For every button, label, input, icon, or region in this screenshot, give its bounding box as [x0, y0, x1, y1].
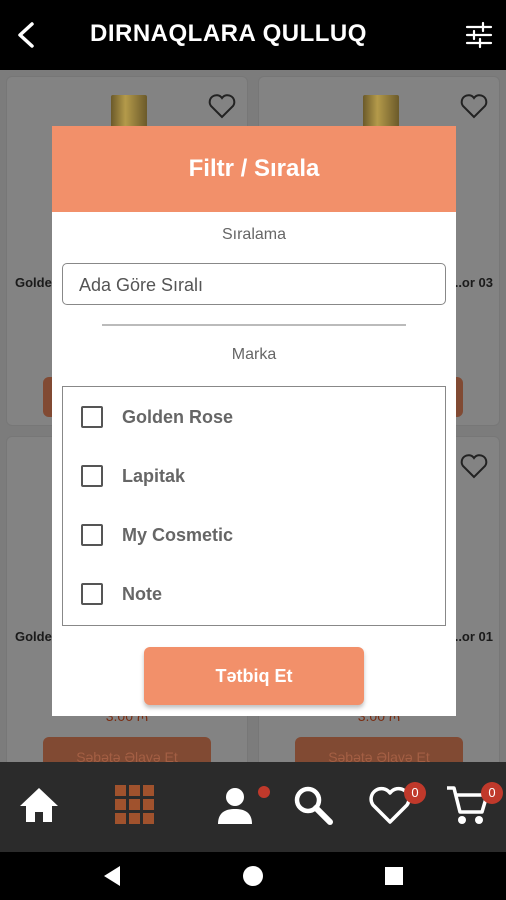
page-title: DIRNAQLARA QULLUQ	[90, 20, 367, 47]
filter-sort-dialog: Filtr / Sırala Sıralama Ada Göre Sıralı …	[52, 126, 456, 716]
brand-label: Note	[122, 583, 162, 604]
filter-sliders-icon[interactable]	[464, 20, 494, 50]
checkbox[interactable]	[81, 406, 103, 428]
heart-icon[interactable]	[459, 91, 489, 121]
app-bar: DIRNAQLARA QULLUQ	[0, 0, 506, 70]
system-recents-icon[interactable]	[382, 864, 406, 888]
user-icon[interactable]	[212, 782, 258, 828]
search-icon[interactable]	[290, 782, 336, 828]
brand-section-label: Marka	[231, 346, 277, 363]
apply-button[interactable]: Tətbiq Et	[144, 647, 364, 705]
system-back-icon[interactable]	[100, 864, 124, 888]
heart-icon[interactable]	[207, 91, 237, 121]
divider	[102, 324, 406, 326]
add-to-cart-button[interactable]: Səbətə Əlavə Et	[295, 737, 463, 762]
brand-option[interactable]: My Cosmetic	[81, 520, 233, 550]
add-to-cart-button[interactable]: Səbətə Əlavə Et	[43, 737, 211, 762]
brand-label: My Cosmetic	[122, 524, 234, 545]
back-icon[interactable]	[10, 18, 44, 52]
home-icon[interactable]	[16, 782, 62, 828]
sort-section-label: Sıralama	[221, 226, 287, 243]
bottom-nav: 0 0	[0, 762, 506, 852]
brand-label: Golden Rose	[122, 406, 234, 427]
brand-option[interactable]: Lapitak	[81, 461, 185, 491]
grid-icon[interactable]	[112, 782, 158, 828]
dialog-title: Filtr / Sırala	[52, 126, 456, 212]
brand-list: Golden Rose Lapitak My Cosmetic Note	[62, 386, 446, 626]
cart-badge: 0	[481, 782, 503, 804]
checkbox[interactable]	[81, 583, 103, 605]
heart-icon[interactable]	[459, 451, 489, 481]
checkbox[interactable]	[81, 465, 103, 487]
brand-option[interactable]: Golden Rose	[81, 402, 233, 432]
favorites-badge: 0	[404, 782, 426, 804]
brand-option[interactable]: Note	[81, 579, 162, 609]
brand-label: Lapitak	[122, 465, 186, 486]
sort-select[interactable]: Ada Göre Sıralı	[62, 263, 446, 305]
notification-dot	[258, 786, 270, 798]
system-home-icon[interactable]	[241, 864, 265, 888]
system-nav-bar	[0, 852, 506, 900]
checkbox[interactable]	[81, 524, 103, 546]
